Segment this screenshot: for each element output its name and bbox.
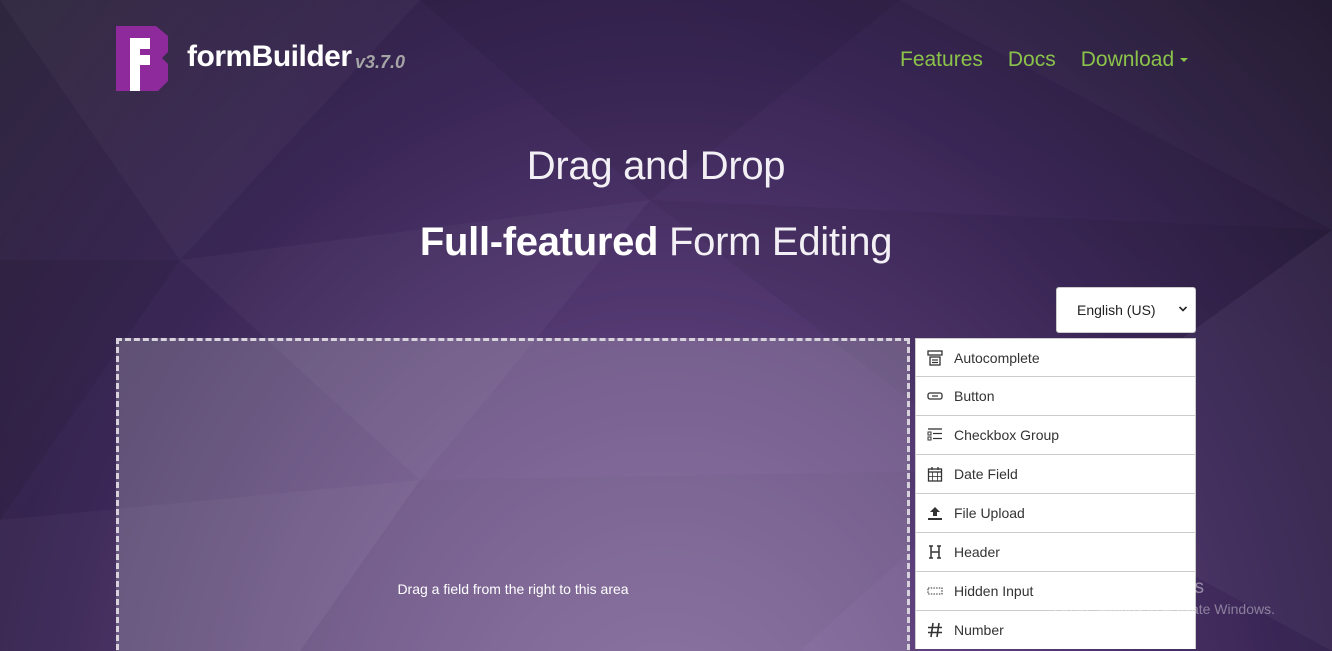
drop-area-hint: Drag a field from the right to this area bbox=[397, 581, 629, 597]
upload-icon bbox=[916, 505, 954, 521]
hero-subtitle: Full-featured Form Editing bbox=[0, 220, 1312, 265]
version-label: v3.7.0 bbox=[355, 52, 406, 72]
control-button[interactable]: Button bbox=[915, 376, 1196, 415]
hero-title: Drag and Drop bbox=[526, 144, 786, 188]
control-header[interactable]: Header bbox=[915, 532, 1196, 571]
control-label: Button bbox=[954, 388, 995, 404]
header-icon bbox=[916, 544, 954, 560]
top-nav: Features Docs Download bbox=[900, 48, 1189, 72]
language-select[interactable]: English (US) bbox=[1056, 287, 1196, 333]
hash-icon bbox=[916, 622, 954, 638]
control-label: Header bbox=[954, 544, 1000, 560]
control-label: File Upload bbox=[954, 505, 1025, 521]
nav-docs-link[interactable]: Docs bbox=[1008, 48, 1056, 72]
control-label: Autocomplete bbox=[954, 349, 1040, 366]
nav-features-link[interactable]: Features bbox=[900, 48, 983, 72]
chevron-down-icon bbox=[1179, 306, 1187, 312]
control-label: Date Field bbox=[954, 466, 1018, 482]
control-autocomplete[interactable]: Autocomplete bbox=[915, 338, 1196, 376]
autocomplete-icon bbox=[916, 349, 954, 366]
control-checkbox-group[interactable]: Checkbox Group bbox=[915, 415, 1196, 454]
control-label: Number bbox=[954, 622, 1004, 638]
control-file-upload[interactable]: File Upload bbox=[915, 493, 1196, 532]
windows-activation-subtitle: Go to Settings to activate Windows. bbox=[1054, 601, 1275, 617]
form-drop-area[interactable]: Drag a field from the right to this area bbox=[116, 338, 910, 651]
control-date-field[interactable]: Date Field bbox=[915, 454, 1196, 493]
windows-activation-title: Activate Windows bbox=[1054, 577, 1204, 598]
nav-download-label: Download bbox=[1080, 48, 1175, 71]
hidden-input-icon bbox=[916, 583, 954, 599]
brand-name[interactable]: formBuilder bbox=[187, 40, 352, 74]
formbuilder-logo[interactable] bbox=[116, 26, 168, 91]
control-label: Hidden Input bbox=[954, 583, 1034, 599]
button-icon bbox=[916, 388, 954, 404]
control-label: Checkbox Group bbox=[954, 427, 1060, 443]
language-select-value: English (US) bbox=[1077, 302, 1156, 318]
hero-subtitle-rest: Form Editing bbox=[658, 220, 893, 264]
hero-subtitle-strong: Full-featured bbox=[419, 220, 659, 264]
checkbox-group-icon bbox=[916, 427, 954, 443]
caret-down-icon bbox=[1180, 58, 1189, 63]
calendar-icon bbox=[916, 466, 954, 482]
nav-download-dropdown[interactable]: Download bbox=[1080, 48, 1189, 72]
